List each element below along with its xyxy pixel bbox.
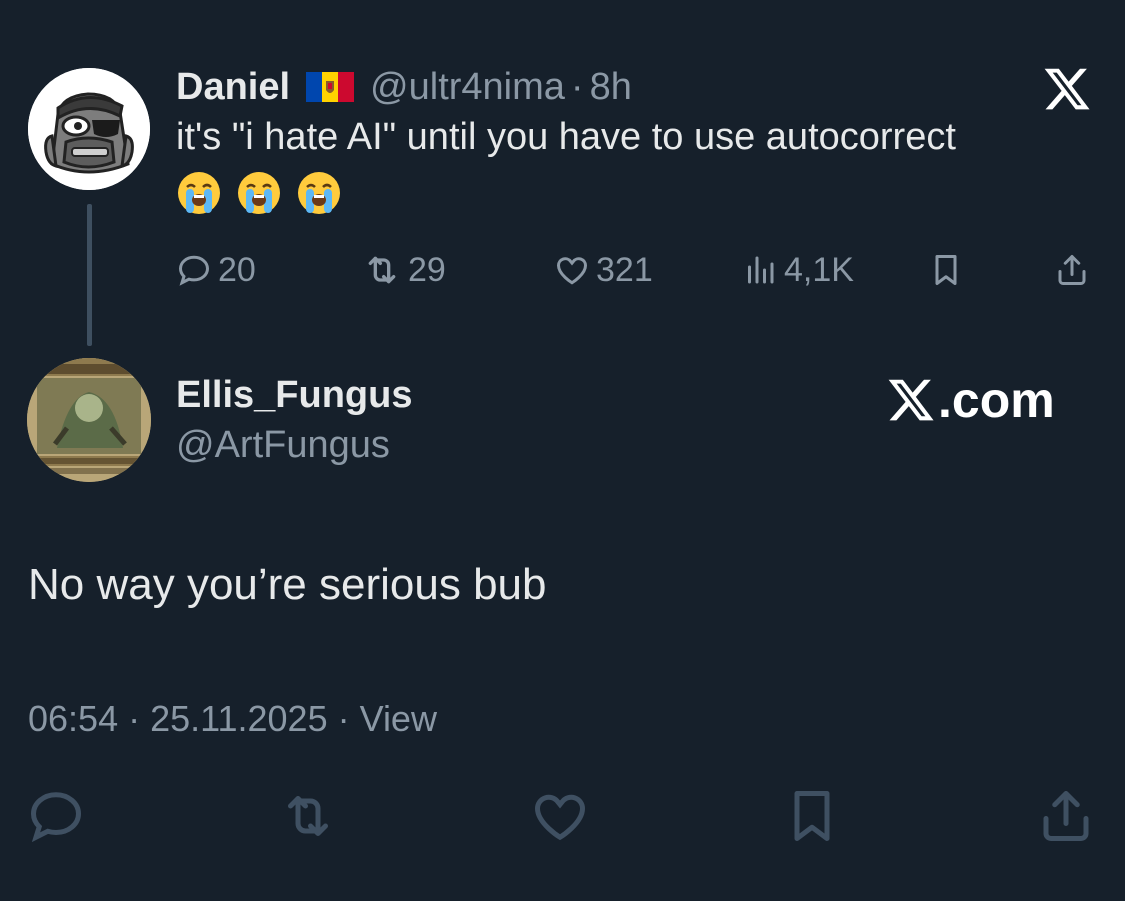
reply-tweet-actions	[0, 786, 1125, 846]
like-button[interactable]	[530, 786, 590, 846]
reply-tweet-meta[interactable]: 06:54 · 25.11.2025 · View	[28, 698, 437, 740]
views-count: 4,1K	[784, 250, 854, 289]
thread-connector-line	[87, 204, 92, 346]
x-logo-icon	[888, 379, 934, 421]
x-com-domain-text: .com	[938, 372, 1055, 428]
heart-icon	[556, 257, 588, 285]
loudly-crying-face-emoji	[238, 172, 280, 214]
separator-dot: ·	[570, 65, 584, 108]
like-count: 321	[596, 250, 653, 289]
x-com-watermark: .com	[886, 372, 1055, 428]
bookmark-icon	[935, 255, 957, 285]
reply-button[interactable]: 20	[176, 248, 256, 292]
repost-icon	[368, 256, 396, 284]
share-icon	[1058, 255, 1086, 285]
x-logo-icon	[1042, 64, 1092, 114]
bookmark-icon	[794, 791, 830, 841]
quoted-tweet-time[interactable]: 8h	[590, 66, 632, 109]
share-button[interactable]	[1036, 786, 1096, 846]
bookmark-button[interactable]	[928, 248, 970, 292]
repost-button[interactable]	[278, 786, 338, 846]
quoted-tweet-text: it's "i hate AI" until you have to use a…	[176, 116, 956, 158]
reply-author-handle[interactable]: @ArtFungus	[176, 424, 390, 467]
quoted-tweet-header: Daniel @ultr4nima · 8h	[176, 62, 632, 112]
repost-count: 29	[408, 250, 446, 289]
quoted-tweet-actions: 20 29 321 4,1K	[176, 248, 1096, 292]
avatar-wanted-poster-image	[27, 358, 151, 482]
quoted-tweet-emojis	[176, 170, 342, 216]
avatar-daniel[interactable]	[28, 68, 150, 190]
quoted-author-handle[interactable]: @ultr4nima	[370, 66, 565, 109]
reply-button[interactable]	[26, 786, 86, 846]
views-icon	[748, 256, 774, 284]
tweet-screenshot: Daniel @ultr4nima · 8h it's "i hate AI" …	[0, 0, 1125, 901]
reply-icon	[30, 792, 82, 843]
views-button[interactable]: 4,1K	[742, 248, 854, 292]
share-icon	[1043, 791, 1089, 841]
repost-button[interactable]: 29	[362, 248, 446, 292]
loudly-crying-face-emoji	[298, 172, 340, 214]
quoted-author-name[interactable]: Daniel	[176, 66, 290, 109]
repost-icon	[288, 796, 328, 836]
moldova-flag-icon	[306, 72, 355, 102]
like-button[interactable]: 321	[554, 248, 653, 292]
loudly-crying-face-emoji	[178, 172, 220, 214]
share-button[interactable]	[1054, 248, 1096, 292]
reply-icon	[178, 255, 210, 286]
avatar-cartoon-image	[28, 68, 150, 190]
reply-author-name[interactable]: Ellis_Fungus	[176, 374, 412, 417]
bookmark-button[interactable]	[782, 786, 842, 846]
heart-icon	[534, 794, 586, 841]
avatar-ellis[interactable]	[27, 358, 151, 482]
reply-tweet-text: No way you’re serious bub	[28, 560, 547, 609]
reply-count: 20	[218, 250, 256, 289]
